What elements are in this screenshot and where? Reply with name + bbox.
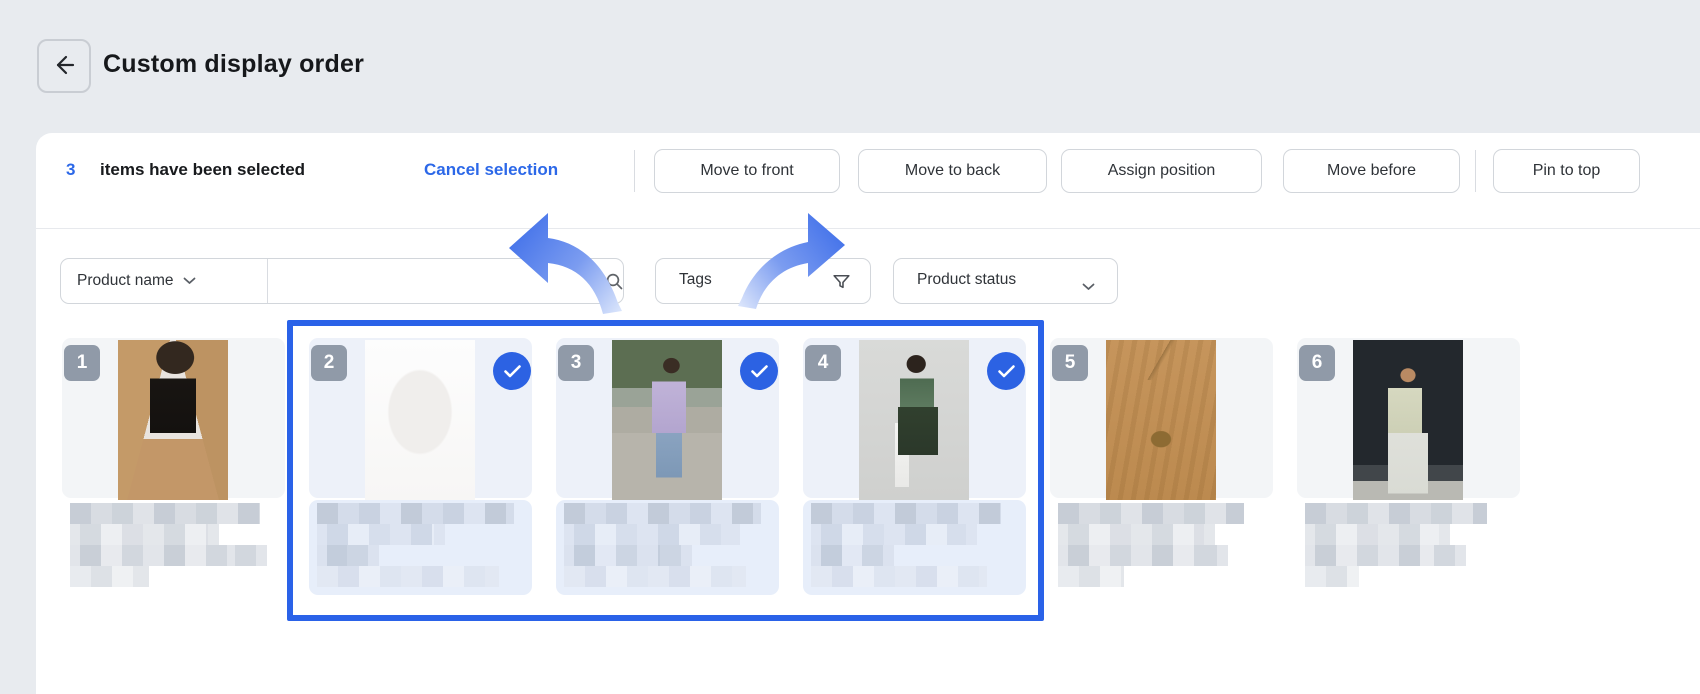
tags-filter-label: Tags	[679, 271, 712, 289]
blurred-text-row	[564, 545, 692, 566]
back-button[interactable]	[37, 39, 91, 93]
move-to-front-button[interactable]: Move to front	[654, 149, 840, 193]
search-icon	[605, 272, 624, 296]
search-input[interactable]	[268, 259, 616, 303]
position-badge: 3	[558, 345, 594, 381]
product-photo	[1106, 340, 1216, 500]
pin-to-top-button[interactable]: Pin to top	[1493, 149, 1640, 193]
product-photo	[118, 340, 228, 500]
blurred-text-row	[564, 524, 740, 545]
product-status-dropdown[interactable]: Product status	[893, 258, 1118, 304]
blurred-text-row	[70, 524, 219, 545]
blurred-text-row	[811, 524, 977, 545]
back-arrow-icon	[51, 52, 77, 81]
blurred-product-name	[1058, 503, 1265, 587]
blurred-product-name	[564, 503, 771, 587]
blurred-text-row	[811, 503, 1001, 524]
blurred-text-row	[1058, 503, 1244, 524]
toolbar-divider	[634, 150, 635, 192]
blurred-text-row	[564, 566, 746, 587]
blurred-text-row	[1058, 545, 1228, 566]
blurred-text-row	[317, 545, 379, 566]
product-photo	[859, 340, 969, 500]
search-field-label: Product name	[77, 272, 174, 290]
product-card-6[interactable]: 6	[1297, 338, 1520, 595]
blurred-text-row	[1305, 566, 1359, 587]
blurred-text-row	[1058, 524, 1215, 545]
move-to-back-button[interactable]: Move to back	[858, 149, 1047, 193]
blurred-text-row	[1305, 503, 1487, 524]
blurred-text-row	[70, 566, 149, 587]
custom-display-order-page: Custom display order 3 items have been s…	[0, 0, 1700, 694]
cancel-selection-link[interactable]: Cancel selection	[424, 160, 558, 180]
blurred-product-name	[1305, 503, 1512, 587]
filter-funnel-icon	[831, 271, 852, 297]
blurred-product-name	[811, 503, 1018, 587]
blurred-text-row	[1305, 545, 1466, 566]
selected-check-icon	[740, 352, 778, 390]
product-card-3[interactable]: 3	[556, 338, 779, 595]
search-field-selector[interactable]: Product name	[61, 259, 267, 303]
blurred-text-row	[70, 545, 267, 566]
blurred-text-row	[811, 566, 987, 587]
position-badge: 5	[1052, 345, 1088, 381]
toolbar-divider-2	[1475, 150, 1476, 192]
product-card-5[interactable]: 5	[1050, 338, 1273, 595]
blurred-product-name	[70, 503, 277, 587]
position-badge: 4	[805, 345, 841, 381]
move-before-button[interactable]: Move before	[1283, 149, 1460, 193]
tags-filter-button[interactable]: Tags	[655, 258, 871, 304]
position-badge: 2	[311, 345, 347, 381]
page-title: Custom display order	[103, 50, 364, 79]
blurred-text-row	[317, 524, 445, 545]
product-card-1[interactable]: 1	[62, 338, 285, 595]
product-card-2[interactable]: 2	[309, 338, 532, 595]
blurred-text-row	[1058, 566, 1124, 587]
selected-count: 3	[66, 160, 75, 180]
blurred-text-row	[564, 503, 761, 524]
selected-check-icon	[493, 352, 531, 390]
product-photo	[365, 340, 475, 500]
position-badge: 1	[64, 345, 100, 381]
assign-position-button[interactable]: Assign position	[1061, 149, 1262, 193]
selected-text: items have been selected	[100, 160, 305, 180]
toolbar-separator	[36, 228, 1700, 229]
position-badge: 6	[1299, 345, 1335, 381]
product-card-4[interactable]: 4	[803, 338, 1026, 595]
chevron-down-icon	[1082, 278, 1095, 296]
product-photo	[612, 340, 722, 500]
product-status-label: Product status	[917, 271, 1016, 289]
blurred-product-name	[317, 503, 524, 587]
blurred-text-row	[317, 503, 514, 524]
blurred-text-row	[70, 503, 260, 524]
blurred-text-row	[1305, 524, 1450, 545]
selected-check-icon	[987, 352, 1025, 390]
blurred-text-row	[317, 566, 499, 587]
search-combo: Product name	[60, 258, 624, 304]
product-photo	[1353, 340, 1463, 500]
chevron-down-icon	[183, 272, 196, 290]
blurred-text-row	[811, 545, 894, 566]
